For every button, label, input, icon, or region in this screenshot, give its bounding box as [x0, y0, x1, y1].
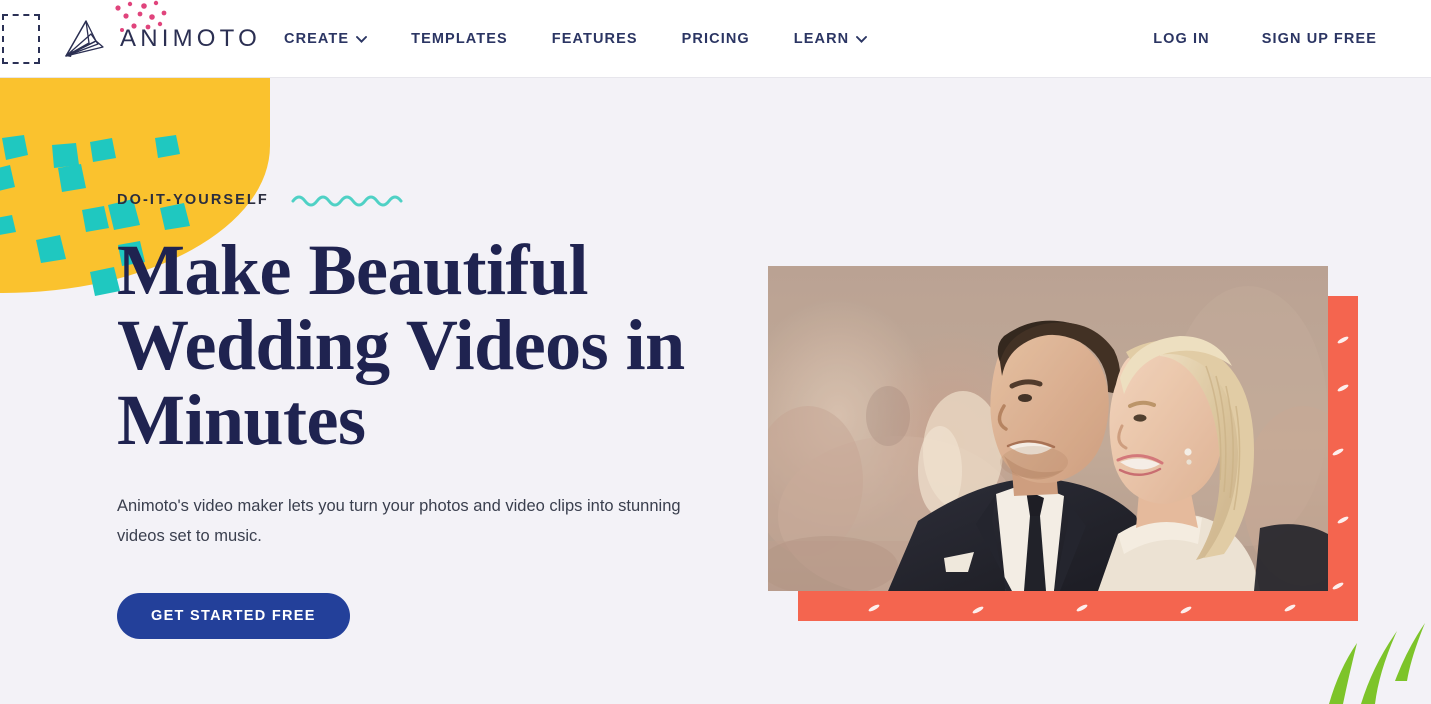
nav-item-pricing[interactable]: PRICING	[682, 31, 772, 47]
nav-label-create: CREATE	[284, 31, 350, 47]
auth-links: LOG IN SIGN UP FREE	[1153, 0, 1377, 78]
hero-eyebrow: DO-IT-YOURSELF	[117, 192, 269, 208]
main-navigation: CREATE TEMPLATES FEATURES PRICING LEARN	[284, 0, 889, 78]
nav-item-create[interactable]: CREATE	[284, 31, 389, 47]
page-title: Make Beautiful Wedding Videos in Minutes	[117, 230, 685, 460]
hero-eyebrow-row: DO-IT-YOURSELF	[117, 186, 737, 214]
site-header: ANIMOTO CREATE TEMPLATES FEATURES PRICIN…	[0, 0, 1431, 78]
nav-label-templates: TEMPLATES	[411, 31, 508, 47]
nav-item-features[interactable]: FEATURES	[552, 31, 660, 47]
brand-name: ANIMOTO	[120, 25, 261, 52]
wedding-couple-photo	[768, 266, 1328, 591]
dashed-placeholder-box	[2, 14, 40, 64]
wavy-line-decoration	[291, 195, 403, 207]
signup-free-link[interactable]: SIGN UP FREE	[1262, 31, 1377, 47]
nav-label-pricing: PRICING	[681, 31, 750, 47]
green-leaf-blades	[1329, 623, 1425, 704]
chevron-down-icon	[856, 35, 868, 43]
nav-item-templates[interactable]: TEMPLATES	[411, 31, 530, 47]
login-link[interactable]: LOG IN	[1153, 31, 1210, 47]
nav-label-features: FEATURES	[551, 31, 638, 47]
hero-subheadline: Animoto's video maker lets you turn your…	[117, 497, 681, 545]
hero-content: DO-IT-YOURSELF Make Beautiful Wedding Vi…	[117, 186, 737, 639]
brand-logo[interactable]: ANIMOTO	[62, 0, 261, 62]
nav-label-learn: LEARN	[793, 31, 850, 47]
nav-item-learn[interactable]: LEARN	[794, 31, 889, 47]
chevron-down-icon	[356, 35, 368, 43]
animoto-wing-logo	[65, 20, 104, 57]
get-started-free-button[interactable]: GET STARTED FREE	[117, 593, 350, 639]
